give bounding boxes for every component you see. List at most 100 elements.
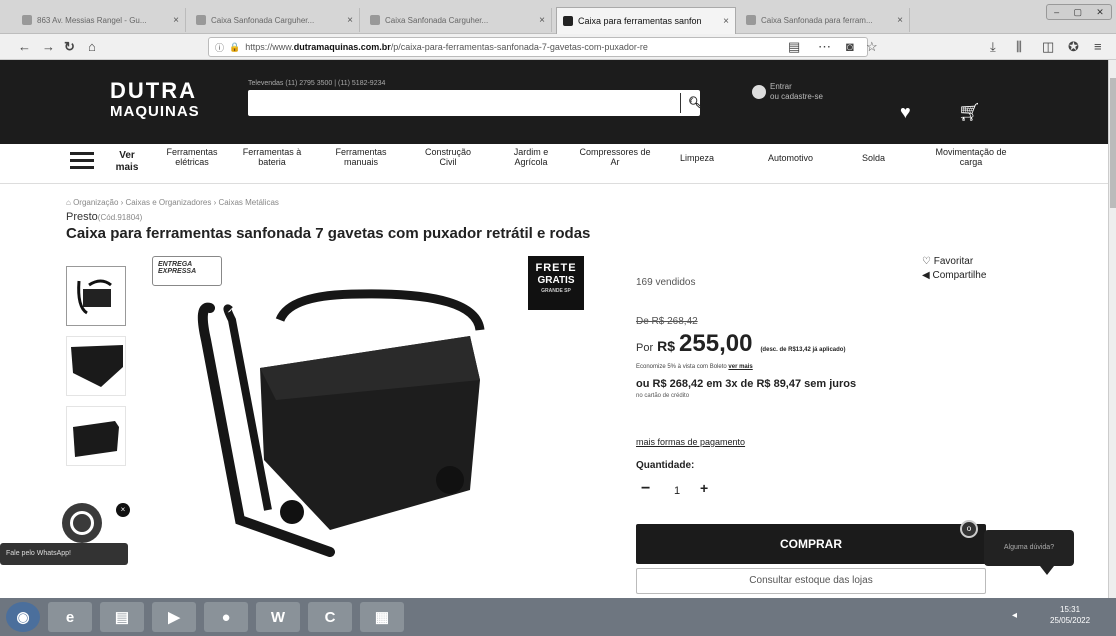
system-clock[interactable]: 15:31 25/05/2022: [1050, 604, 1090, 626]
chat-bubble-tail: [1040, 566, 1054, 575]
library-icon[interactable]: ⫼: [1016, 38, 1022, 56]
taskbar: ◉ e ▤ ▶ ● W C ▦ ◂: [0, 598, 1116, 636]
back-arrow-icon[interactable]: ←: [18, 38, 31, 56]
toolbox-thumbnail-image: [71, 345, 123, 387]
maximize-button[interactable]: ▢: [1073, 7, 1082, 18]
browser-tab[interactable]: 863 Av. Messias Rangel - Gu... ×: [16, 8, 186, 32]
close-tab-icon[interactable]: ×: [173, 15, 179, 26]
user-icon: [752, 84, 766, 99]
category-link[interactable]: Ferramentas à bateria: [240, 147, 304, 168]
category-link[interactable]: Compressores de Ar: [578, 147, 652, 168]
file-explorer-icon[interactable]: ▤: [100, 602, 144, 632]
page-actions-icon[interactable]: ⋯: [818, 38, 831, 56]
close-tab-icon[interactable]: ×: [897, 15, 903, 26]
toolbox-thumbnail-image: [73, 421, 119, 457]
category-nav: Ver mais Ferramentas elétricas Ferrament…: [0, 144, 1108, 184]
close-tab-icon[interactable]: ×: [723, 16, 729, 27]
firefox-icon[interactable]: ●: [204, 602, 248, 632]
category-link[interactable]: Jardim e Agrícola: [506, 147, 556, 168]
quantity-increase-button[interactable]: +: [700, 480, 708, 496]
heart-outline-icon: ♡: [922, 256, 934, 267]
quantity-label: Quantidade:: [636, 460, 695, 471]
pocket-icon[interactable]: ◙: [846, 38, 854, 56]
notepad-icon[interactable]: ▦: [360, 602, 404, 632]
favorite-button[interactable]: ♡ Favoritar: [922, 256, 973, 267]
minimize-button[interactable]: –: [1054, 7, 1059, 17]
whatsapp-label[interactable]: Fale pelo WhatsApp!: [0, 543, 128, 565]
category-link[interactable]: Movimentação de carga: [932, 147, 1010, 168]
category-link[interactable]: Ferramentas manuais: [330, 147, 392, 168]
boleto-more-link[interactable]: ver mais: [728, 364, 752, 370]
product-brand: Presto(Cód.91804): [66, 211, 143, 223]
tab-favicon-icon: [196, 15, 206, 25]
close-icon[interactable]: ×: [116, 503, 130, 517]
tab-favicon-icon: [22, 15, 32, 25]
category-link[interactable]: Limpeza: [680, 153, 714, 163]
category-link[interactable]: Ferramentas elétricas: [160, 147, 224, 168]
check-stock-button[interactable]: Consultar estoque das lojas: [636, 568, 986, 594]
bookmark-star-icon[interactable]: ☆: [866, 38, 878, 56]
free-shipping-badge: FRETE GRATIS GRANDE SP: [528, 256, 584, 310]
cart-icon[interactable]: 🛒︎: [958, 102, 981, 123]
page-scrollbar[interactable]: [1108, 60, 1116, 598]
product-main-image[interactable]: [180, 280, 500, 560]
search-divider: [680, 93, 681, 113]
quantity-decrease-button[interactable]: −: [641, 480, 650, 498]
close-tab-icon[interactable]: ×: [347, 15, 353, 26]
lock-icon: 🔒: [229, 41, 241, 52]
current-price: Por R$ 255,00 (desc. de R$13,42 já aplic…: [636, 330, 846, 357]
start-button-icon[interactable]: ◉: [6, 602, 40, 632]
see-more-link[interactable]: Ver mais: [114, 150, 140, 174]
browser-tab-bar: 863 Av. Messias Rangel - Gu... × Caixa Sa…: [0, 0, 1116, 34]
sold-count: 169 vendidos: [636, 277, 696, 288]
word-icon[interactable]: W: [256, 602, 300, 632]
reload-icon[interactable]: ↻: [64, 38, 75, 56]
volume-icon[interactable]: ◂: [1012, 610, 1017, 621]
search-input[interactable]: 🔍︎: [248, 90, 702, 116]
browser-tab[interactable]: Caixa Sanfonada para ferram... ×: [740, 8, 910, 32]
buy-button[interactable]: COMPRAR: [636, 524, 986, 564]
site-logo[interactable]: DUTRA MAQUINAS: [110, 80, 200, 120]
old-price: De R$ 268,42: [636, 316, 698, 327]
browser-tab[interactable]: Caixa Sanfonada Carguher... ×: [364, 8, 552, 32]
window-controls: – ▢ ✕: [1046, 4, 1112, 20]
product-thumbnail[interactable]: [66, 406, 126, 466]
express-delivery-badge: ENTREGA EXPRESSA: [152, 256, 222, 286]
product-thumbnail[interactable]: [66, 266, 126, 326]
product-thumbnail[interactable]: [66, 336, 126, 396]
category-link[interactable]: Construção Civil: [420, 147, 476, 168]
sidebar-icon[interactable]: ◫: [1042, 38, 1054, 56]
category-link[interactable]: Automotivo: [768, 153, 813, 163]
menu-hamburger-icon[interactable]: ≡: [1094, 38, 1102, 56]
chat-toggle-icon[interactable]: o: [960, 520, 978, 538]
home-icon[interactable]: ⌂: [88, 38, 96, 56]
account-link[interactable]: Entrar ou cadastre-se: [752, 82, 823, 101]
scrollbar-thumb[interactable]: [1110, 78, 1116, 208]
menu-hamburger-icon[interactable]: [70, 152, 94, 170]
media-player-icon[interactable]: ▶: [152, 602, 196, 632]
breadcrumb[interactable]: ⌂ Organização › Caixas e Organizadores ›…: [66, 198, 279, 207]
heart-icon[interactable]: ♥: [900, 102, 911, 123]
address-bar[interactable]: ⓘ 🔒 https://www.dutramaquinas.com.br/p/c…: [208, 37, 868, 57]
reader-view-icon[interactable]: ▤: [788, 38, 800, 56]
share-button[interactable]: ◀ Compartilhe: [922, 270, 986, 281]
more-payment-options-link[interactable]: mais formas de pagamento: [636, 437, 745, 447]
home-icon[interactable]: ⌂: [66, 198, 73, 207]
browser-tab[interactable]: Caixa Sanfonada Carguher... ×: [190, 8, 360, 32]
close-window-button[interactable]: ✕: [1096, 7, 1104, 18]
search-icon[interactable]: 🔍︎: [688, 96, 702, 109]
close-tab-icon[interactable]: ×: [539, 15, 545, 26]
chat-bubble[interactable]: Alguma dúvida?: [984, 530, 1074, 566]
downloads-icon[interactable]: ⤓: [990, 38, 996, 56]
internet-explorer-icon[interactable]: e: [48, 602, 92, 632]
category-link[interactable]: Solda: [862, 153, 885, 163]
whatsapp-icon[interactable]: [62, 503, 102, 543]
quantity-value[interactable]: 1: [674, 485, 680, 497]
phone-numbers: Televendas (11) 2795 3500 | (11) 5182-92…: [248, 80, 386, 87]
info-icon[interactable]: ⓘ: [215, 41, 224, 54]
extension-icon[interactable]: ✪: [1068, 38, 1079, 56]
app-icon[interactable]: C: [308, 602, 352, 632]
forward-arrow-icon[interactable]: →: [42, 38, 55, 56]
toolbox-thumbnail-image: [77, 279, 112, 315]
browser-tab-active[interactable]: Caixa para ferramentas sanfon ×: [556, 7, 736, 34]
